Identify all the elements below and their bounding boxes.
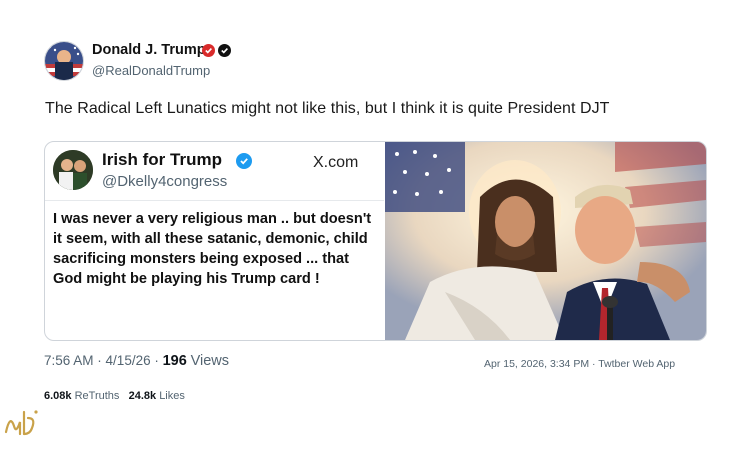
- quote-author-avatar[interactable]: [53, 150, 93, 190]
- author-name[interactable]: Donald J. Trump: [92, 42, 206, 58]
- source-label: X.com: [313, 154, 359, 171]
- quote-body-text: I was never a very religious man .. but …: [53, 211, 372, 287]
- verified-check-icon: [218, 44, 231, 57]
- quote-author-handle[interactable]: @Dkelly4congress: [102, 173, 227, 190]
- retruths-label[interactable]: ReTruths: [75, 390, 120, 402]
- likes-label[interactable]: Likes: [159, 390, 185, 402]
- retruths-count[interactable]: 6.08k: [44, 390, 72, 402]
- quote-card-image[interactable]: [385, 142, 706, 340]
- watermark-logo: [2, 404, 42, 440]
- quote-author-name[interactable]: Irish for Trump: [102, 150, 222, 170]
- post-container: Donald J. Trump @RealDonaldTrump The Rad…: [0, 0, 750, 450]
- views-label: Views: [190, 353, 229, 369]
- source-timestamp: Apr 15, 2026, 3:34 PM · Twtber Web App: [484, 358, 676, 370]
- author-handle[interactable]: @RealDonaldTrump: [92, 63, 210, 78]
- post-text: The Radical Left Lunatics might not like…: [45, 100, 610, 117]
- post-meta: 7:56 AM · 4/15/26 · 196 Views: [44, 353, 229, 369]
- quote-card[interactable]: Irish for Trump @Dkelly4congress X.com I…: [44, 141, 707, 341]
- engagement-stats: 6.08k ReTruths 24.8k Likes: [44, 390, 185, 402]
- author-avatar[interactable]: [44, 41, 84, 81]
- red-badge-icon: [202, 44, 215, 57]
- quote-card-content: Irish for Trump @Dkelly4congress X.com I…: [45, 142, 384, 340]
- separator-dot: ·: [97, 353, 106, 368]
- likes-count[interactable]: 24.8k: [129, 390, 157, 402]
- separator-dot: ·: [154, 353, 163, 368]
- card-divider: [45, 200, 384, 201]
- verified-blue-check-icon: [236, 153, 252, 169]
- post-date[interactable]: 4/15/26: [106, 353, 151, 368]
- views-count: 196: [162, 353, 187, 369]
- post-time[interactable]: 7:56 AM: [44, 353, 94, 368]
